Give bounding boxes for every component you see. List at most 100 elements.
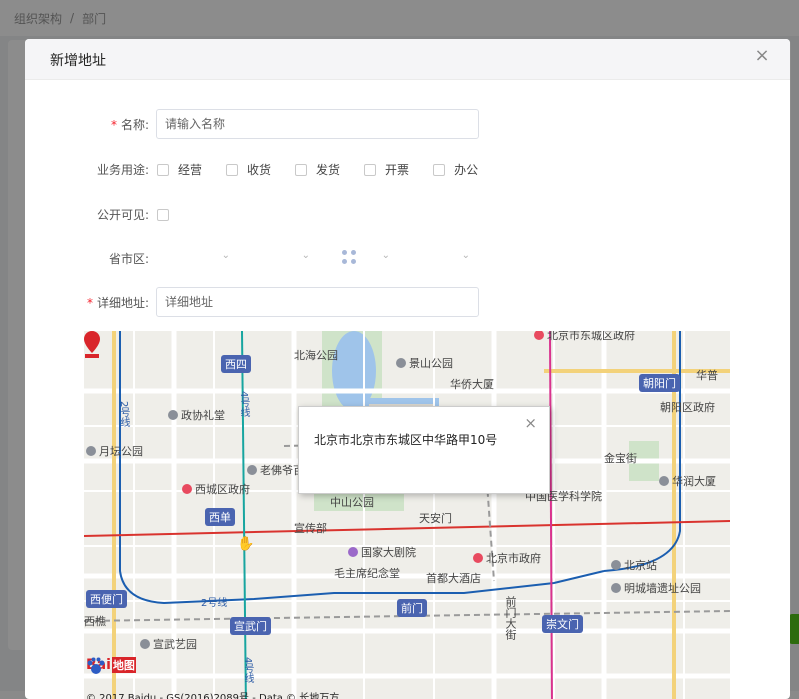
close-icon[interactable]: × [524, 414, 537, 432]
street-label: 前门大街 [504, 596, 517, 640]
city-select[interactable]: ⌄ [236, 249, 316, 267]
address-label: * 详细地址: [25, 294, 156, 311]
checkbox[interactable] [157, 163, 169, 176]
checkbox[interactable] [226, 163, 239, 176]
loading-icon [342, 250, 358, 270]
close-icon[interactable]: × [754, 47, 770, 65]
baidu-map[interactable]: 西四 西单 朝阳门 西便门 宣武门 前门 崇文门 北海公园 景山公园 华侨大厦 … [84, 331, 730, 699]
poi-icon [611, 583, 621, 593]
poi-icon [140, 639, 150, 649]
poi[interactable]: 朝阳区政府 [660, 399, 715, 415]
poi-icon [247, 465, 257, 475]
poi-label: 北海公园 [294, 349, 338, 362]
poi-label: 月坛公园 [99, 445, 143, 458]
checkbox[interactable] [433, 163, 446, 176]
poi-label: 景山公园 [409, 357, 453, 370]
subway-line-label: 2号线 [201, 598, 228, 609]
poi-label: 金宝街 [604, 452, 637, 465]
poi[interactable]: 中山公园 [330, 494, 374, 510]
poi[interactable]: 西城区政府 [182, 481, 250, 497]
modal-header: 新增地址 × [25, 39, 790, 80]
hand-cursor-icon: ✋ [237, 536, 255, 552]
poi-icon [659, 476, 669, 486]
poi-label: 明城墙遗址公园 [624, 582, 701, 595]
poi-label: 华普 [696, 369, 718, 382]
province-select[interactable]: ⌄ [156, 249, 236, 267]
station-label[interactable]: 西单 [205, 508, 235, 526]
chevron-down-icon: ⌄ [221, 249, 230, 261]
chevron-down-icon: ⌄ [461, 249, 470, 261]
poi[interactable]: 首都大酒店 [426, 570, 481, 586]
poi[interactable]: 华润大厦 [659, 473, 716, 489]
usage-option-bangong[interactable]: 办公 [433, 161, 478, 178]
poi-label: 华侨大厦 [450, 378, 494, 391]
station-label[interactable]: 朝阳门 [639, 374, 680, 392]
poi-label: 北京市东城区政府 [547, 331, 635, 342]
usage-option-label: 收货 [247, 163, 272, 177]
poi[interactable]: 毛主席纪念堂 [334, 565, 400, 581]
poi[interactable]: 华普 [696, 367, 718, 383]
poi[interactable]: 天安门 [419, 510, 452, 526]
station-label[interactable]: 宣武门 [230, 617, 271, 635]
public-label: 公开可见: [96, 208, 149, 222]
poi[interactable]: 北海公园 [294, 347, 338, 363]
address-input[interactable] [156, 287, 479, 317]
poi[interactable]: 华侨大厦 [450, 376, 494, 392]
modal-title: 新增地址 [50, 53, 106, 69]
poi[interactable]: 政协礼堂 [168, 407, 225, 423]
poi-icon [182, 484, 192, 494]
usage-label: 业务用途: [96, 163, 149, 177]
address-label-text: 详细地址: [96, 295, 149, 310]
usage-option-label: 开票 [385, 163, 410, 177]
chevron-down-icon: ⌄ [381, 249, 390, 261]
poi-label: 朝阳区政府 [660, 401, 715, 414]
poi-label: 华润大厦 [672, 475, 716, 488]
name-input[interactable] [156, 109, 479, 139]
usage-option-jingying[interactable]: 经营 [157, 161, 202, 178]
poi-icon [348, 547, 358, 557]
poi-icon [396, 358, 406, 368]
street-select[interactable]: ⌄ [396, 249, 476, 267]
public-row: 公开可见: [25, 206, 178, 223]
poi[interactable]: 景山公园 [396, 355, 453, 371]
map-marker-icon[interactable] [84, 331, 100, 359]
checkbox[interactable] [295, 163, 308, 176]
poi[interactable]: 月坛公园 [86, 443, 143, 459]
station-label[interactable]: 西四 [221, 355, 251, 373]
poi-icon [473, 553, 483, 563]
name-row: * 名称: [25, 109, 479, 139]
poi-label: 中山公园 [330, 496, 374, 509]
baidu-logo: Bai 地图 [86, 657, 136, 674]
poi[interactable]: 老佛爷百 [247, 462, 304, 478]
usage-option-label: 办公 [454, 163, 479, 177]
usage-row: 业务用途: 经营 收货 发货 开票 办公 [25, 161, 502, 178]
poi-label: 天安门 [419, 512, 452, 525]
checkbox[interactable] [364, 163, 377, 176]
poi[interactable]: 北京市政府 [473, 550, 541, 566]
poi[interactable]: 金宝街 [604, 450, 637, 466]
logo-text: 地图 [111, 657, 136, 673]
add-address-modal: 新增地址 × *名称: 业务用途: 经营 收货 发货 开票 办公 公开可见: 省… [25, 39, 790, 699]
usage-option-label: 发货 [316, 163, 341, 177]
poi[interactable]: 宣武艺园 [140, 636, 197, 652]
chevron-down-icon: ⌄ [301, 249, 310, 261]
station-label[interactable]: 西便门 [86, 590, 127, 608]
usage-option-shouhuo[interactable]: 收货 [226, 161, 271, 178]
address-row: * 详细地址: [25, 287, 479, 317]
region-label: 省市区: [108, 252, 149, 266]
usage-option-kaipiao[interactable]: 开票 [364, 161, 409, 178]
station-label[interactable]: 前门 [397, 599, 427, 617]
poi[interactable]: 国家大剧院 [348, 544, 416, 560]
public-checkbox[interactable] [157, 208, 169, 221]
poi[interactable]: 北京市东城区政府 [534, 331, 635, 343]
poi[interactable]: 宣传部 [294, 520, 327, 536]
street-label: 西樵 [84, 615, 106, 628]
poi[interactable]: 明城墙遗址公园 [611, 580, 701, 596]
poi-label: 首都大酒店 [426, 572, 481, 585]
station-label[interactable]: 崇文门 [542, 615, 583, 633]
poi-icon [611, 560, 621, 570]
paw-icon [87, 657, 105, 674]
usage-option-fahuo[interactable]: 发货 [295, 161, 340, 178]
poi[interactable]: 北京站 [611, 557, 657, 573]
poi-label: 国家大剧院 [361, 546, 416, 559]
